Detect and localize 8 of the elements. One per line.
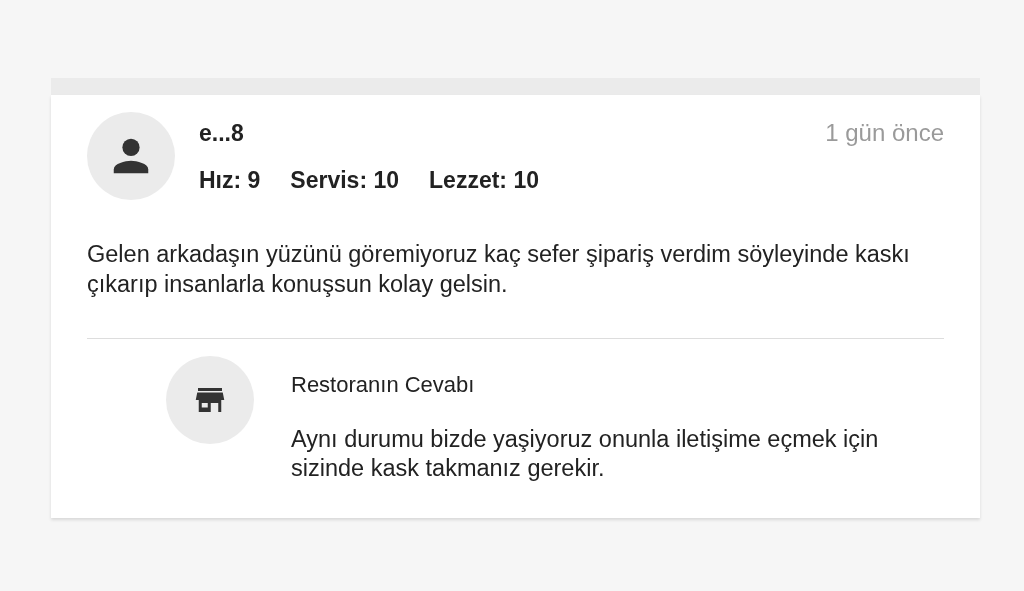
reply-text: Aynı durumu bizde yaşiyoruz onunla iletişime eçmek için sizinde kask takmanız gerekir.: [291, 425, 880, 483]
reply-title: Restoranın Cevabı: [291, 371, 476, 399]
review-time: 1 gün önce: [825, 119, 944, 147]
review-text: Gelen arkadaşın yüzünü göremiyoruz kaç sefer şipariş verdim söyleyinde kaskı çıkarıp insanlarla konuşsun kolay gelsin.: [87, 239, 944, 339]
reviewer-name: e...8: [199, 119, 244, 147]
rating: Lezzet: 10: [429, 166, 539, 194]
rating: Hız: 9: [199, 166, 261, 194]
rating: Servis: 10: [290, 166, 400, 194]
